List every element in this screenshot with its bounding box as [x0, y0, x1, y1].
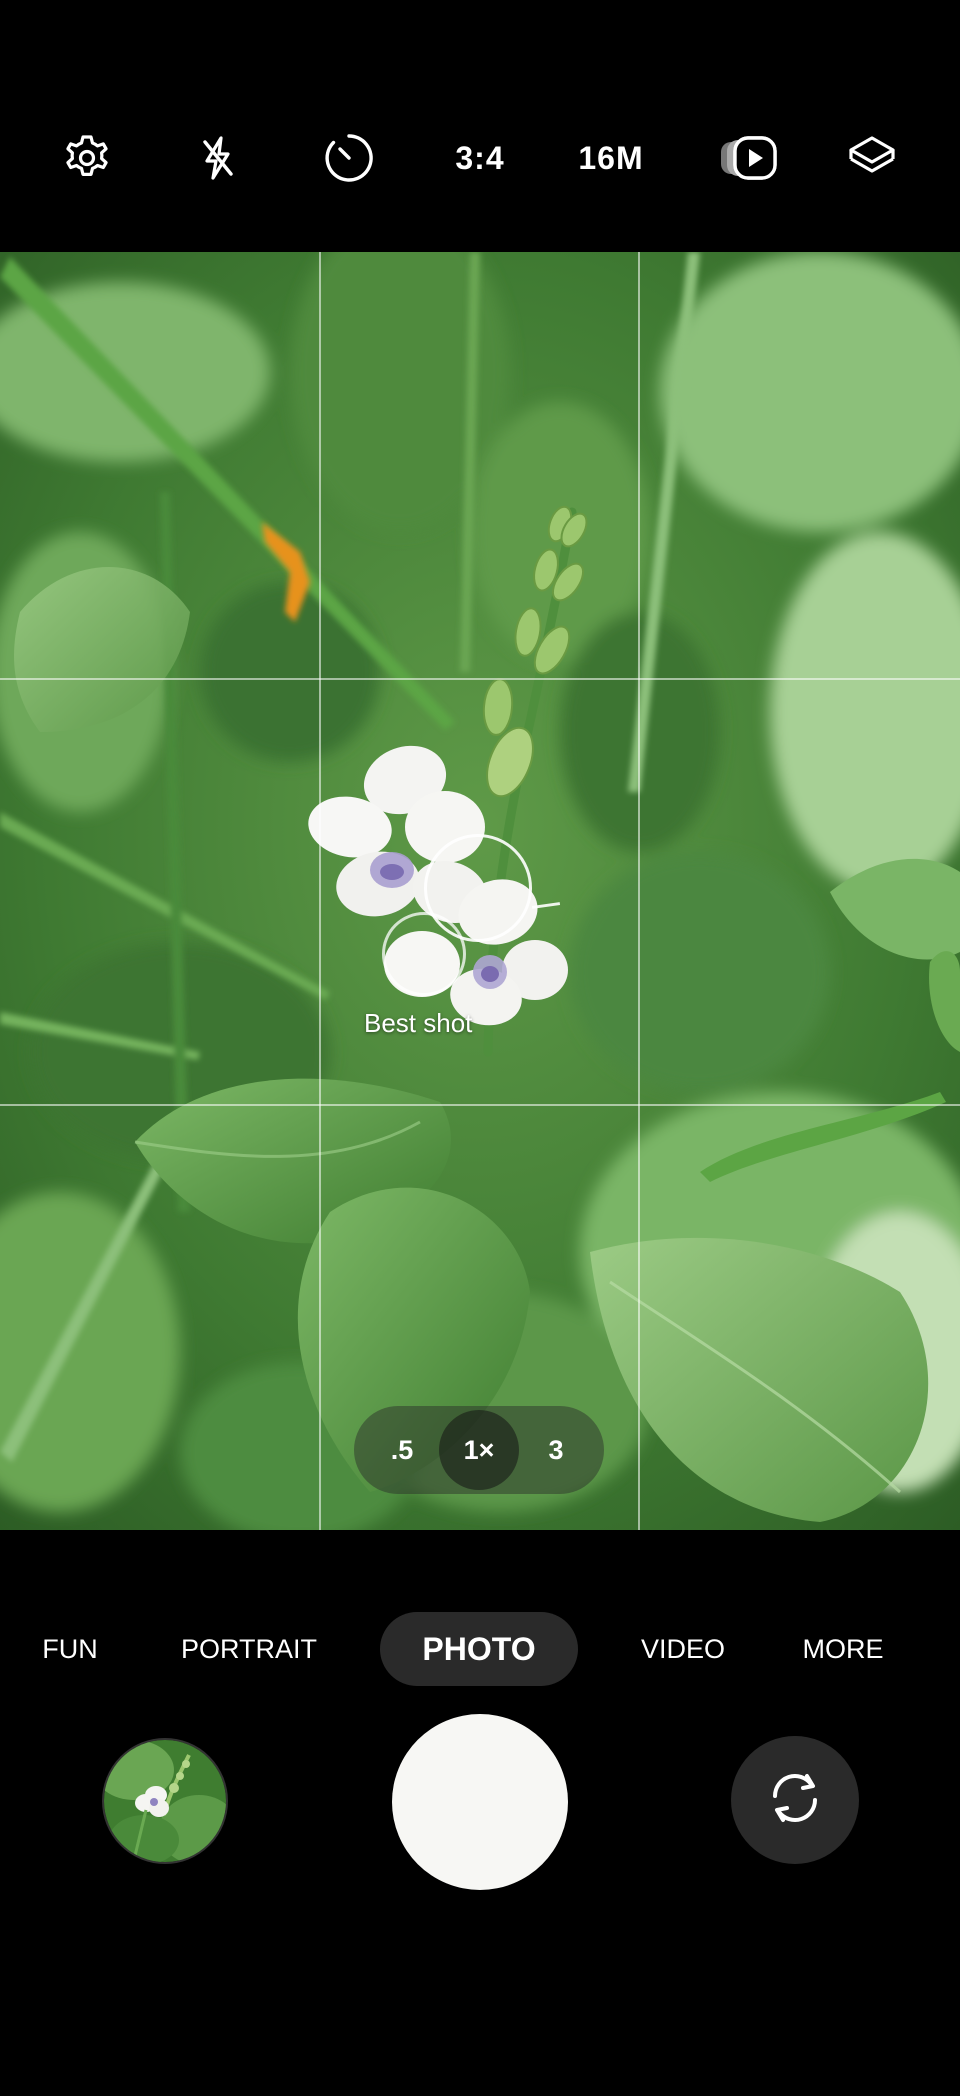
- flash-off-icon: [193, 133, 243, 183]
- aspect-ratio-label: 3:4: [455, 139, 505, 176]
- mode-portrait[interactable]: PORTRAIT: [170, 1612, 328, 1686]
- zoom-option-3x[interactable]: 3: [516, 1410, 596, 1490]
- resolution-label: 16M: [578, 139, 644, 176]
- mode-video[interactable]: VIDEO: [630, 1612, 736, 1686]
- switch-camera-icon: [763, 1766, 827, 1835]
- timer-icon: [323, 132, 375, 184]
- grid-line: [0, 1104, 960, 1106]
- timer-button[interactable]: [309, 118, 389, 198]
- gear-icon: [62, 133, 112, 183]
- mode-photo[interactable]: PHOTO: [380, 1612, 578, 1686]
- zoom-option-ultrawide[interactable]: .5: [362, 1410, 442, 1490]
- grid-line: [319, 252, 321, 1530]
- filters-button[interactable]: [832, 118, 912, 198]
- grid-line: [638, 252, 640, 1530]
- best-shot-ring[interactable]: [382, 912, 466, 996]
- camera-viewfinder[interactable]: Best shot .5 1× 3: [0, 252, 960, 1530]
- aspect-ratio-button[interactable]: 3:4: [440, 118, 520, 198]
- gallery-thumbnail[interactable]: [102, 1738, 228, 1864]
- switch-camera-button[interactable]: [731, 1736, 859, 1864]
- gallery-preview-image: [104, 1740, 226, 1862]
- mode-fun[interactable]: FUN: [22, 1612, 118, 1686]
- top-toolbar: 3:4 16M: [0, 0, 960, 252]
- flash-button[interactable]: [178, 118, 258, 198]
- resolution-button[interactable]: 16M: [566, 118, 656, 198]
- zoom-option-1x[interactable]: 1×: [439, 1410, 519, 1490]
- grid-line: [0, 678, 960, 680]
- bottom-controls: FUN PORTRAIT PHOTO VIDEO MORE: [0, 1530, 960, 2096]
- motion-photo-button[interactable]: [704, 118, 794, 198]
- layers-icon: [846, 132, 898, 184]
- mode-more[interactable]: MORE: [788, 1612, 898, 1686]
- best-shot-label: Best shot: [364, 1008, 473, 1038]
- zoom-selector: .5 1× 3: [354, 1406, 604, 1494]
- shutter-button[interactable]: [392, 1714, 568, 1890]
- settings-button[interactable]: [47, 118, 127, 198]
- motion-photo-icon: [717, 133, 781, 183]
